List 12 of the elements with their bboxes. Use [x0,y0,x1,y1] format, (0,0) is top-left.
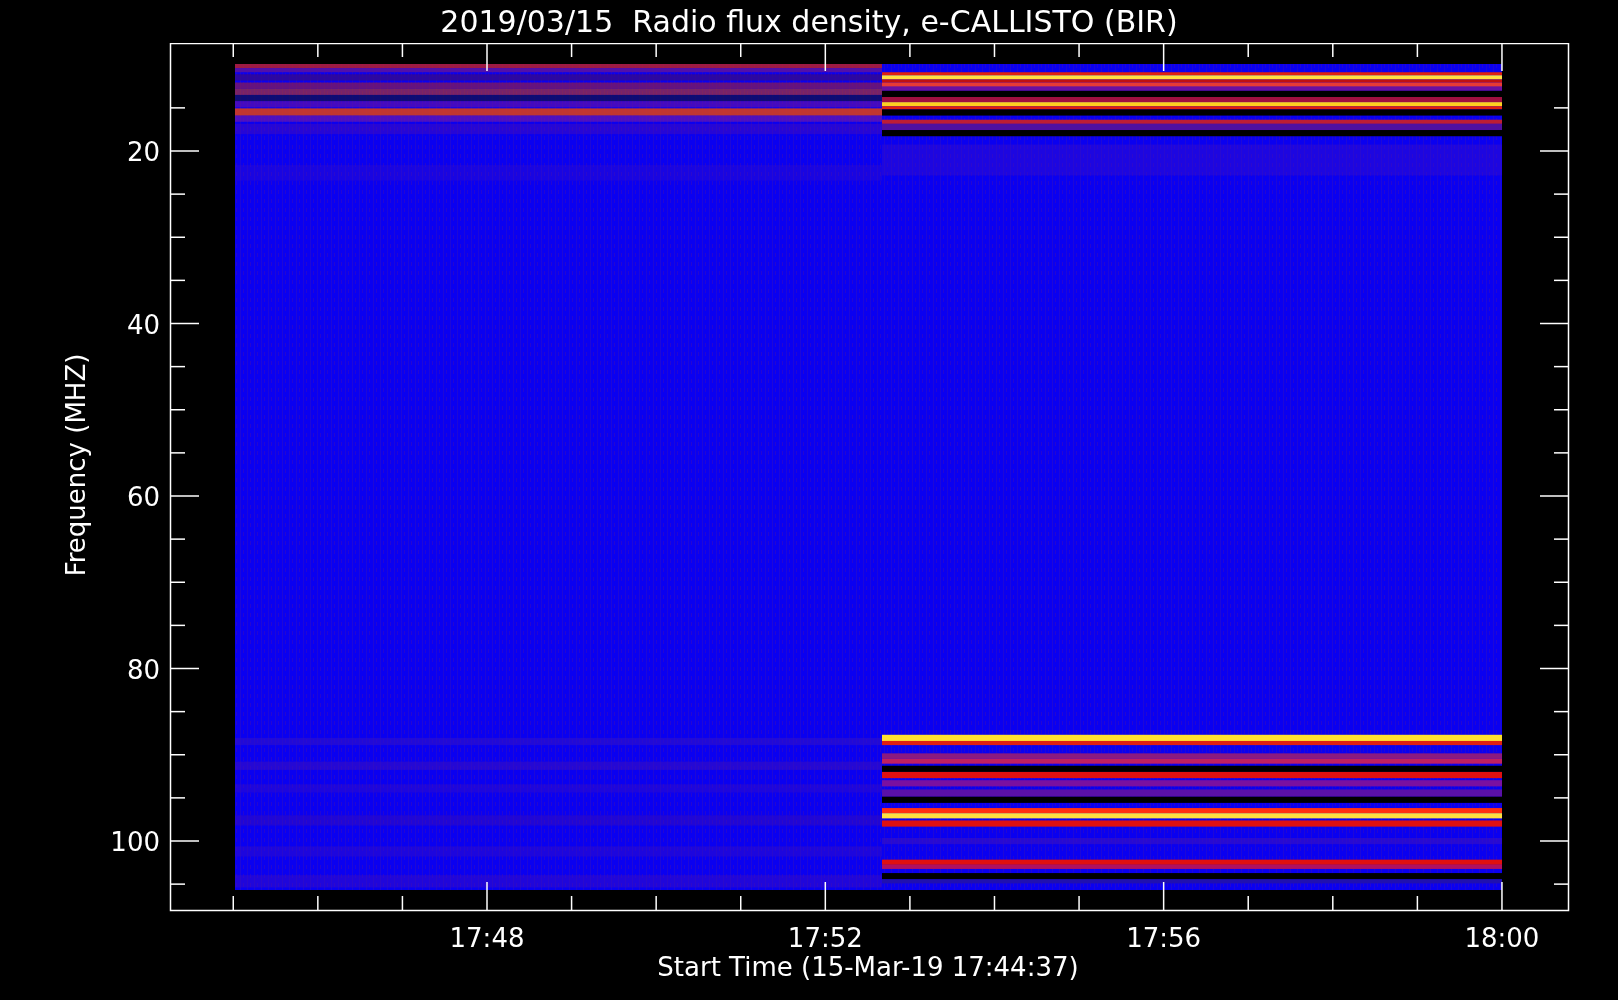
x-axis-label: Start Time (15-Mar-19 17:44:37) [657,952,1079,982]
y-tick-label: 20 [126,137,160,167]
y-axis-label: Frequency (MHZ) [61,353,91,577]
x-tick-label: 17:48 [449,923,525,953]
y-tick-label: 80 [126,654,160,685]
y-tick-label: 100 [110,827,160,857]
x-tick-label: 18:00 [1464,923,1540,953]
y-tick-label: 40 [126,309,160,340]
y-tick-label: 60 [126,482,160,512]
x-tick-label: 17:56 [1126,923,1202,953]
x-tick-label: 17:52 [787,923,863,953]
chart-title: 2019/03/15 Radio flux density, e-CALLISTO (BIR) [440,3,1178,41]
